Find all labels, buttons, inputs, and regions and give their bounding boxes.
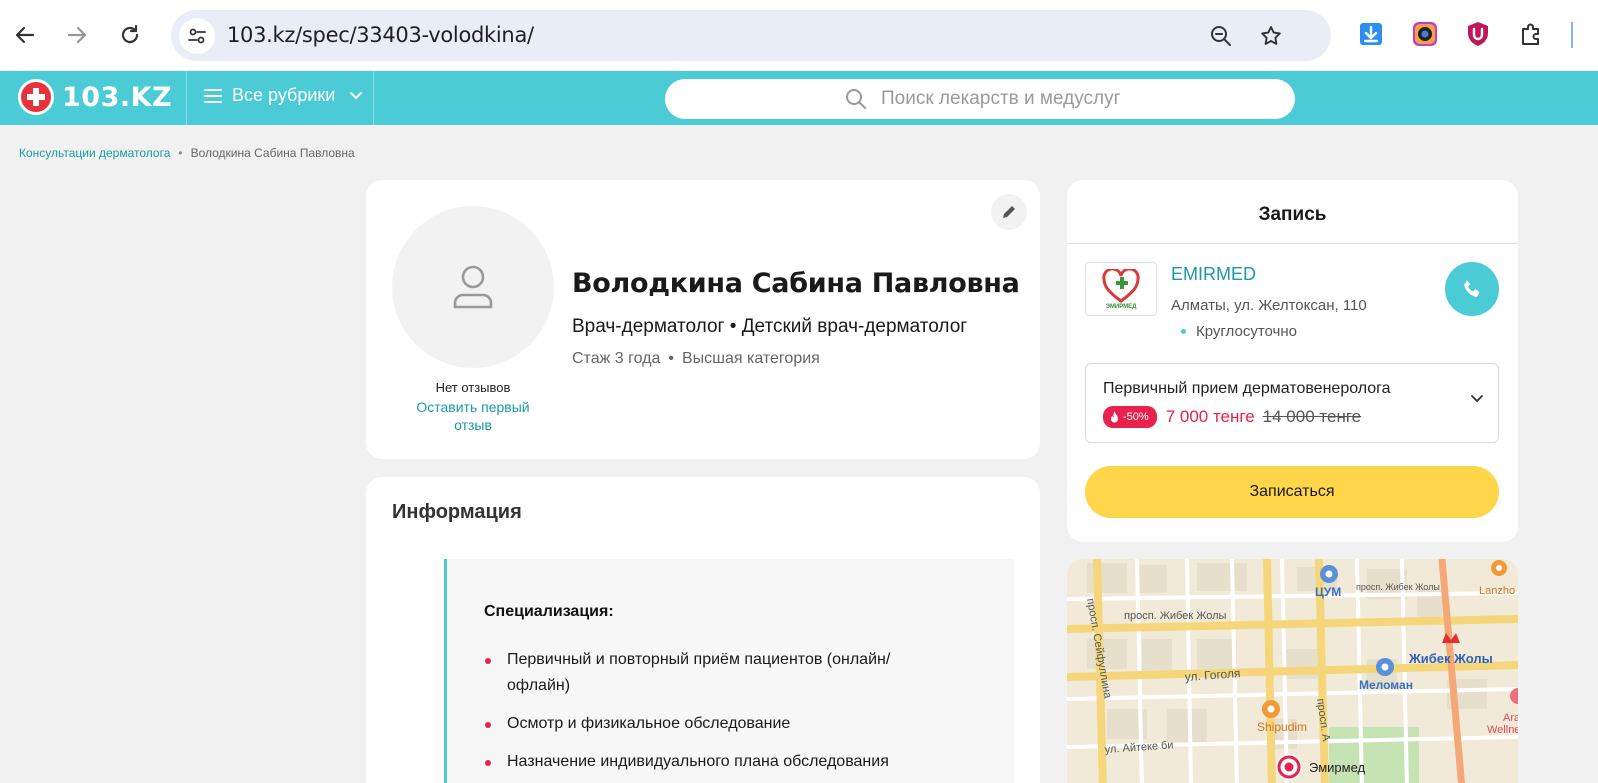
chevron-down-icon [350, 91, 363, 99]
edit-button[interactable] [991, 194, 1027, 230]
fire-icon [1111, 410, 1118, 422]
map-poi-label: Wellne [1487, 724, 1518, 736]
doctor-meta: Стаж 3 года • Высшая категория [572, 350, 820, 368]
site-header: 103.KZ Все рубрики [0, 71, 1598, 125]
url-text[interactable]: 103.kz/spec/33403-volodkina/ [227, 23, 534, 47]
zoom-icon[interactable] [1207, 22, 1235, 50]
reload-icon [121, 24, 139, 44]
doctor-specialties: Врач-дерматолог • Детский врач-дерматоло… [572, 316, 968, 337]
site-logo[interactable]: 103.KZ [18, 79, 172, 115]
clinic-address: Алматы, ул. Желтоксан, 110 [1171, 297, 1367, 314]
info-card: Информация Специализация: Первичный и по… [366, 477, 1040, 783]
hamburger-icon [204, 88, 222, 103]
search-icon [846, 89, 866, 109]
breadcrumb: Консультации дерматолога • Володкина Саб… [19, 146, 355, 160]
list-item: Осмотр и физикальное обследование [484, 711, 944, 737]
extensions-puzzle-icon[interactable] [1516, 19, 1546, 49]
list-item: Назначение индивидуального плана обследо… [484, 749, 944, 775]
header-divider [186, 71, 187, 125]
search-input[interactable] [881, 88, 1181, 110]
rubrics-label: Все рубрики [232, 85, 336, 105]
discount-badge: -50% [1103, 406, 1157, 428]
price-current: 7 000 тенге [1165, 407, 1255, 426]
pencil-icon [1003, 206, 1015, 218]
info-title: Информация [392, 501, 522, 523]
rubrics-menu[interactable]: Все рубрики [204, 85, 363, 106]
avatar [392, 206, 554, 368]
divider [1067, 243, 1518, 244]
no-reviews-text: Нет отзывов [435, 380, 511, 395]
clinic-hours-text: Круглосуточно [1196, 323, 1297, 340]
service-select[interactable]: Первичный прием дерматовенеролога -50% 7… [1085, 363, 1499, 443]
meta-separator: • [668, 350, 674, 367]
specialization-list: Первичный и повторный приём пациентов (о… [484, 647, 944, 783]
specialization-title: Специализация: [484, 603, 614, 620]
call-button[interactable] [1445, 262, 1499, 316]
map-street-label: просп. Жибек Жолы [1356, 582, 1440, 592]
price-row: -50% 7 000 тенге 14 000 тенге [1103, 406, 1361, 428]
chevron-down-icon [1471, 395, 1483, 403]
booking-card: Запись ЭМИРМЕД EMIRMED Алматы, ул. Желто… [1067, 180, 1518, 542]
shield-extension-icon[interactable] [1463, 19, 1493, 49]
category-text: Высшая категория [681, 350, 820, 367]
back-button[interactable] [8, 18, 42, 52]
booking-title: Запись [1258, 204, 1327, 225]
heart-logo-icon [1102, 268, 1140, 303]
map-poi-label: Shipudim [1257, 720, 1307, 734]
clinic-logo-text: ЭМИРМЕД [1105, 303, 1137, 310]
breadcrumb-current: Володкина Сабина Павловна [190, 146, 355, 160]
breadcrumb-separator: • [178, 146, 183, 160]
map-poi-label: Меломан [1359, 678, 1413, 692]
clinic-name-link[interactable]: EMIRMED [1171, 264, 1256, 285]
logo-text: 103.KZ [62, 81, 173, 113]
arrow-left-icon [15, 26, 35, 44]
clinic-hours: Круглосуточно [1181, 323, 1297, 340]
download-icon[interactable] [1356, 19, 1386, 49]
service-name: Первичный прием дерматовенеролога [1103, 380, 1391, 397]
list-item: Первичный и повторный приём пациентов (о… [484, 647, 944, 699]
arrow-right-icon [67, 26, 87, 44]
price-old: 14 000 тенге [1262, 407, 1362, 426]
user-placeholder-icon [453, 265, 493, 309]
site-settings-icon[interactable] [179, 18, 215, 54]
address-bar[interactable]: 103.kz/spec/33403-volodkina/ [171, 10, 1331, 61]
reload-button[interactable] [113, 18, 147, 52]
doctor-name: Володкина Сабина Павловна [572, 268, 1020, 299]
specialization-block: Специализация: Первичный и повторный при… [444, 559, 1014, 783]
clinic-logo[interactable]: ЭМИРМЕД [1085, 262, 1157, 316]
book-button[interactable]: Записаться [1085, 466, 1499, 518]
camera-extension-icon[interactable] [1410, 19, 1440, 49]
forward-button[interactable] [60, 18, 94, 52]
map-clinic-label: Эмирмед [1309, 760, 1366, 775]
map-poi-label: Жибек Жолы [1408, 651, 1493, 666]
map-poi-label: Lanzho [1479, 585, 1515, 597]
map-street-label: просп. Жибек Жолы [1124, 610, 1227, 622]
sidebar-divider [1571, 22, 1573, 48]
phone-icon [1464, 280, 1480, 297]
status-dot [1181, 329, 1186, 334]
discount-text: -50% [1123, 411, 1149, 423]
map-poi-label: Ara [1503, 712, 1518, 724]
doctor-profile-card: Нет отзывов Оставить первый отзыв Володк… [366, 180, 1040, 459]
bookmark-star-icon[interactable] [1257, 22, 1285, 50]
clinic-map[interactable]: просп. Жибек Жолы просп. Жибек Жолы прос… [1067, 559, 1518, 783]
cross-logo-icon [18, 79, 54, 115]
browser-toolbar: 103.kz/spec/33403-volodkina/ [0, 0, 1598, 71]
leave-review-link[interactable]: Оставить первый отзыв [402, 398, 544, 434]
breadcrumb-link[interactable]: Консультации дерматолога [19, 146, 170, 160]
header-divider [373, 71, 374, 125]
map-poi-label: ЦУМ [1315, 585, 1341, 599]
experience-text: Стаж 3 года [572, 350, 661, 367]
search-box[interactable] [665, 79, 1295, 119]
